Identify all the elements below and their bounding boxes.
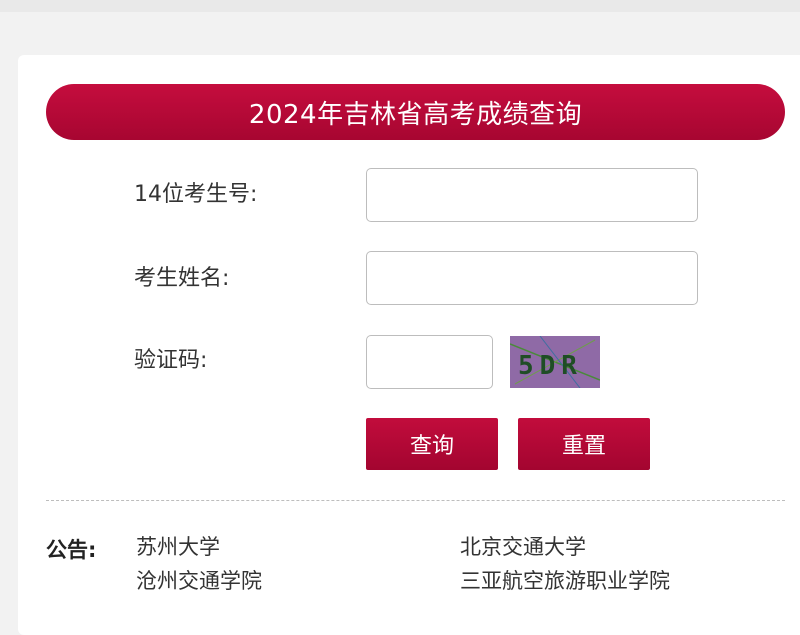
exam-id-input[interactable] — [366, 168, 698, 222]
captcha-text: 5DR — [518, 351, 583, 381]
divider — [46, 500, 785, 501]
page-title: 2024年吉林省高考成绩查询 — [46, 84, 785, 140]
name-label: 考生姓名: — [134, 266, 230, 291]
name-input[interactable] — [366, 251, 698, 305]
notice-link-4[interactable]: 三亚航空旅游职业学院 — [460, 566, 670, 596]
captcha-input[interactable] — [366, 335, 493, 389]
notice-link-1[interactable]: 苏州大学 — [136, 532, 220, 562]
reset-button[interactable]: 重置 — [518, 418, 650, 470]
top-strip — [0, 0, 800, 12]
exam-id-label: 14位考生号: — [134, 182, 258, 207]
captcha-image[interactable]: 5DR — [510, 336, 600, 388]
captcha-label: 验证码: — [134, 348, 208, 373]
notice-link-2[interactable]: 北京交通大学 — [460, 532, 586, 562]
query-button[interactable]: 查询 — [366, 418, 498, 470]
notice-link-3[interactable]: 沧州交通学院 — [136, 566, 262, 596]
captcha-graphic: 5DR — [510, 336, 600, 388]
notice-label: 公告: — [46, 538, 97, 562]
